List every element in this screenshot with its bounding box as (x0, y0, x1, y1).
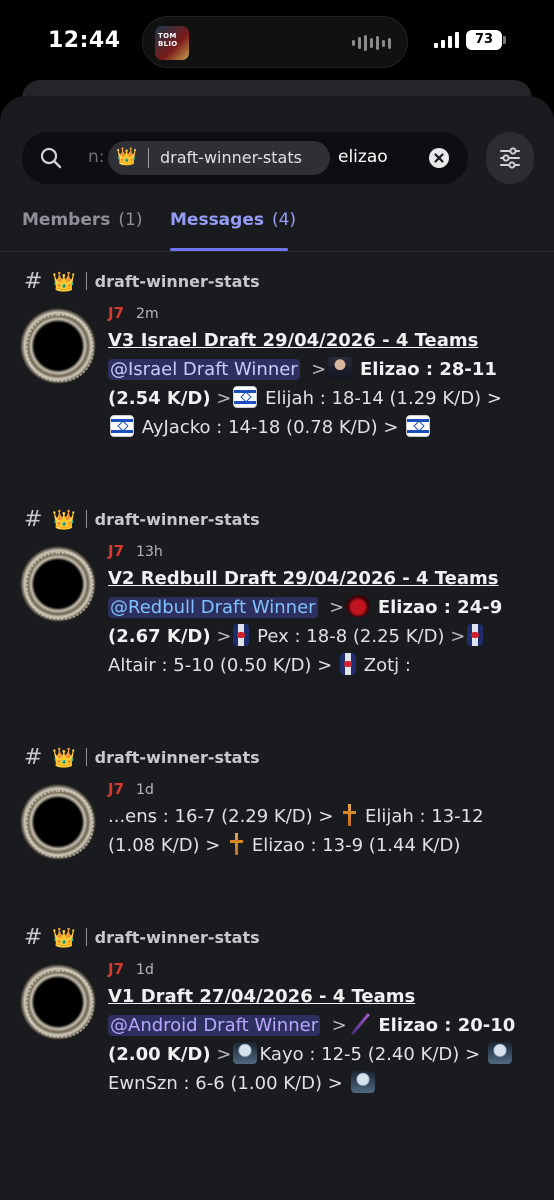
message-content: V2 Redbull Draft 29/04/2026 - 4 Teams @R… (108, 568, 503, 676)
role-mention[interactable]: @Redbull Draft Winner (108, 597, 318, 618)
chip-divider (148, 148, 149, 168)
stat-line: ...ens : 16-7 (2.29 K/D) > (108, 806, 334, 827)
timestamp: 1d (136, 962, 154, 978)
channel-filter-label: draft-winner-stats (160, 148, 302, 167)
avatar[interactable] (20, 964, 96, 1040)
crown-icon: 👑 (52, 926, 76, 949)
battery-tip (503, 36, 506, 44)
redbull-can-icon (233, 624, 250, 646)
hash-icon: # (24, 924, 43, 950)
search-bar[interactable]: n: 👑 draft-winner-stats elizao (22, 132, 468, 184)
message-title: V3 Israel Draft 29/04/2026 - 4 Teams (108, 330, 479, 351)
crown-icon: 👑 (52, 508, 76, 531)
israel-flag-icon (233, 386, 258, 408)
stat-line: Kayo : 12-5 (2.40 K/D) > (259, 1044, 481, 1065)
devil-emoji-icon (346, 595, 371, 617)
channel-name: draft-winner-stats (94, 747, 260, 767)
message-title: V1 Draft 27/04/2026 - 4 Teams (108, 986, 416, 1007)
author-name[interactable]: J7 (108, 780, 124, 798)
winner-emoji-icon (328, 357, 353, 379)
channel-name: draft-winner-stats (94, 927, 260, 947)
status-bar: 12:44 TOM BLIO 73 (0, 0, 554, 86)
timestamp: 1d (136, 782, 154, 798)
clear-search-button[interactable] (429, 148, 449, 168)
crown-icon: 👑 (52, 746, 76, 769)
message-content: V3 Israel Draft 29/04/2026 - 4 Teams @Is… (108, 330, 502, 438)
sword-icon (349, 1013, 371, 1035)
message-content: ...ens : 16-7 (2.29 K/D) > Elijah : 13-1… (108, 802, 528, 860)
hash-icon: # (24, 268, 43, 294)
dagger-icon (228, 833, 244, 855)
results-tabs: Members (1) Messages (4) (0, 200, 554, 252)
role-mention[interactable]: @Israel Draft Winner (108, 359, 300, 380)
redbull-can-icon (340, 653, 356, 675)
stat-line: Altair : 5-10 (0.50 K/D) > (108, 655, 333, 676)
author-name[interactable]: J7 (108, 542, 124, 560)
cellular-signal-icon (434, 32, 459, 48)
hash-icon: # (24, 506, 43, 532)
stat-line: (1.08 K/D) > (108, 835, 221, 856)
audio-waveform-icon (352, 35, 391, 51)
timestamp: 13h (136, 544, 163, 560)
tab-members[interactable]: Members (1) (22, 210, 142, 230)
role-mention[interactable]: @Android Draft Winner (108, 1015, 321, 1036)
search-icon (40, 147, 62, 169)
message-title: V2 Redbull Draft 29/04/2026 - 4 Teams (108, 568, 499, 589)
redbull-can-icon (467, 624, 484, 646)
author-name[interactable]: J7 (108, 960, 124, 978)
result-channel-header[interactable]: # 👑 draft-winner-stats (24, 268, 260, 294)
search-filter-prefix: n: (88, 147, 105, 167)
israel-flag-icon (406, 415, 431, 437)
android-icon (350, 1071, 375, 1093)
stat-line: AyJacko : 14-18 (0.78 K/D) > (141, 417, 399, 438)
battery-icon: 73 (466, 30, 502, 50)
sliders-icon (500, 147, 520, 169)
stat-line: Elijah : 13-12 (364, 806, 484, 827)
tab-messages[interactable]: Messages (4) (170, 210, 296, 230)
stat-line: Elizao : 13-9 (1.44 K/D) (251, 835, 461, 856)
avatar[interactable] (20, 308, 96, 384)
crown-icon: 👑 (52, 270, 76, 293)
crown-icon: 👑 (116, 147, 138, 167)
stat-line: Elijah : 18-14 (1.29 K/D) > (265, 388, 502, 409)
hash-icon: # (24, 744, 43, 770)
avatar[interactable] (20, 784, 96, 860)
active-tab-indicator (170, 248, 288, 251)
dynamic-island[interactable]: TOM BLIO (142, 16, 408, 68)
search-filters-button[interactable] (486, 132, 534, 184)
israel-flag-icon (110, 415, 134, 437)
stat-line: Pex : 18-8 (2.25 K/D) (257, 626, 445, 647)
result-channel-header[interactable]: # 👑 draft-winner-stats (24, 744, 260, 770)
channel-name: draft-winner-stats (94, 509, 260, 529)
result-channel-header[interactable]: # 👑 draft-winner-stats (24, 506, 260, 532)
result-channel-header[interactable]: # 👑 draft-winner-stats (24, 924, 260, 950)
timestamp: 2m (136, 306, 159, 322)
author-name[interactable]: J7 (108, 304, 124, 322)
search-input[interactable]: elizao (338, 147, 388, 167)
clock: 12:44 (48, 28, 121, 53)
avatar[interactable] (20, 546, 96, 622)
message-content: V1 Draft 27/04/2026 - 4 Teams @Android D… (108, 986, 516, 1094)
android-icon (487, 1042, 512, 1064)
stat-line: EwnSzn : 6-6 (1.00 K/D) > (108, 1073, 343, 1094)
stat-line: Zotj : (363, 655, 411, 676)
dagger-icon (341, 804, 357, 826)
android-icon (233, 1042, 258, 1064)
close-icon (434, 153, 444, 163)
channel-filter-chip[interactable]: 👑 draft-winner-stats (108, 141, 330, 175)
channel-name: draft-winner-stats (94, 271, 260, 291)
now-playing-artwork: TOM BLIO (155, 26, 189, 60)
